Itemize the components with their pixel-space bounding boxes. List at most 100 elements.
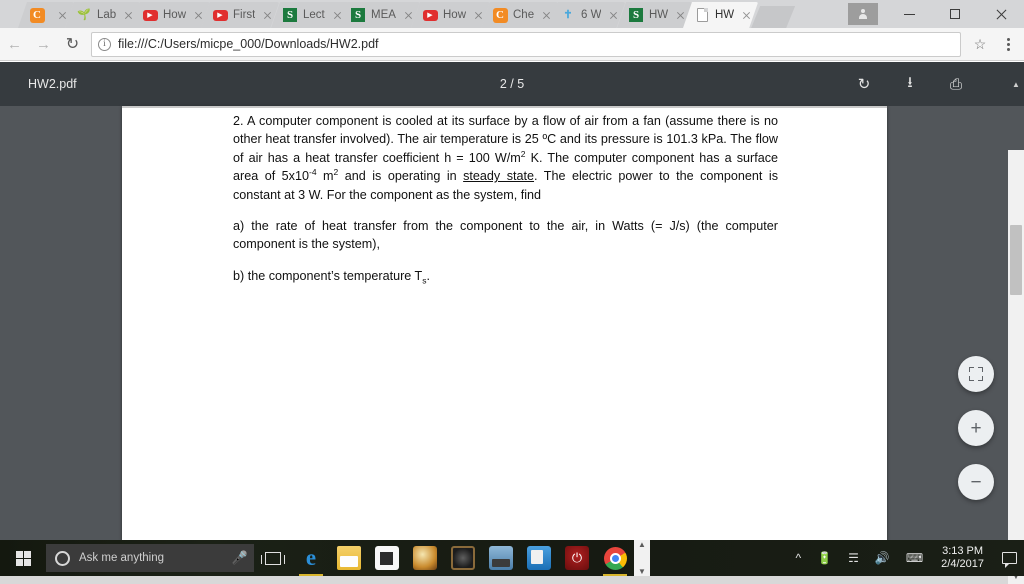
close-button[interactable] <box>978 0 1024 28</box>
action-center-button[interactable] <box>994 540 1024 576</box>
windows-taskbar: Ask me anything 🎤 e ▲ ▼ ^ 🔋 ☴ 🔊 ⌨ <box>0 540 1024 576</box>
pdf-toolbar: HW2.pdf 2 / 5 ↻ ⭳ ⎙ <box>0 62 1024 106</box>
start-button[interactable] <box>0 540 46 576</box>
browser-tab[interactable]: C <box>18 2 74 28</box>
search-input[interactable]: Ask me anything 🎤 <box>46 544 254 572</box>
sparknotes-icon: S <box>282 7 298 23</box>
taskbar-scroll-arrows[interactable]: ▲ ▼ <box>634 540 650 576</box>
browser-tab[interactable]: C Che <box>481 2 558 28</box>
search-placeholder: Ask me anything <box>79 552 165 564</box>
scroll-down-arrow[interactable]: ▼ <box>638 567 646 576</box>
tab-close-icon[interactable] <box>607 8 622 23</box>
browser-tab[interactable]: ✝ 6 W <box>549 2 625 28</box>
tab-title: HW <box>714 9 735 21</box>
keyboard-icon[interactable]: ⌨ <box>898 540 931 576</box>
clock[interactable]: 3:13 PM 2/4/2017 <box>931 545 994 571</box>
fit-to-page-button[interactable] <box>958 356 994 392</box>
scrollbar-thumb[interactable] <box>1010 225 1022 295</box>
scrollbar-up-arrow[interactable]: ▲ <box>1008 62 1024 106</box>
problem-statement-paragraph: 2. A computer component is cooled at its… <box>233 112 778 204</box>
browser-toolbar: ← → ↻ i file:///C:/Users/micpe_000/Downl… <box>0 28 1024 61</box>
browser-tab[interactable]: S Lect <box>271 2 349 28</box>
zoom-in-button[interactable]: + <box>958 410 994 446</box>
volume-icon[interactable]: 🔊 <box>867 540 898 576</box>
youtube-icon: ▶ <box>422 7 438 23</box>
chrome-browser-window: C 🌱 Lab ▶ How ▶ First S Lect S MEA ▶ How… <box>0 0 1024 584</box>
youtube-icon: ▶ <box>142 7 158 23</box>
microphone-icon[interactable]: 🎤 <box>232 550 248 566</box>
taskbar-item-file-explorer[interactable] <box>330 540 368 576</box>
cortana-icon <box>55 550 70 566</box>
address-bar[interactable]: i file:///C:/Users/micpe_000/Downloads/H… <box>91 31 961 57</box>
zoom-out-button[interactable]: − <box>958 464 994 500</box>
bookmark-star-icon[interactable]: ☆ <box>965 30 995 59</box>
address-bar-url: file:///C:/Users/micpe_000/Downloads/HW2… <box>118 37 379 51</box>
tab-strip: C 🌱 Lab ▶ How ▶ First S Lect S MEA ▶ How… <box>0 0 1024 28</box>
tab-close-icon[interactable] <box>739 8 754 23</box>
browser-tab[interactable]: ▶ First <box>201 2 279 28</box>
pdf-scrollbar[interactable]: ▼ <box>1008 150 1024 584</box>
clock-date: 2/4/2017 <box>941 558 984 570</box>
photo-icon <box>413 546 437 570</box>
task-view-icon <box>261 551 285 565</box>
pdf-viewer: HW2.pdf 2 / 5 ↻ ⭳ ⎙ ▲ 2. A computer comp… <box>0 62 1024 584</box>
folder-icon <box>337 546 361 570</box>
action-center-icon <box>1001 552 1017 568</box>
battery-icon[interactable]: 🔋 <box>809 540 840 576</box>
window-controls <box>848 0 1024 28</box>
browser-tab[interactable]: ▶ How <box>411 2 490 28</box>
minimize-button[interactable] <box>886 0 932 28</box>
part-b-paragraph: b) the component’s temperature Ts. <box>233 267 778 285</box>
chrome-menu-button[interactable] <box>995 30 1021 59</box>
wifi-icon[interactable]: ☴ <box>840 540 867 576</box>
browser-tab-active[interactable]: HW <box>683 2 758 28</box>
chrome-icon <box>603 546 627 570</box>
windows-logo-icon <box>15 550 31 566</box>
part-a-paragraph: a) the rate of heat transfer from the co… <box>233 219 778 252</box>
back-button[interactable]: ← <box>0 30 29 59</box>
taskbar-item-power-app[interactable] <box>558 540 596 576</box>
tab-title: HW <box>648 9 668 21</box>
taskbar-item-microsoft-store[interactable] <box>368 540 406 576</box>
tab-close-icon[interactable] <box>261 8 276 23</box>
tab-title: Lab <box>97 9 117 21</box>
fit-to-page-icon <box>969 367 983 381</box>
info-icon[interactable]: i <box>98 37 111 51</box>
profile-button[interactable] <box>848 3 878 25</box>
document-icon <box>694 7 710 23</box>
maximize-button[interactable] <box>932 0 978 28</box>
browser-tab[interactable]: S MEA <box>339 2 420 28</box>
power-icon <box>565 546 589 570</box>
taskbar-item-microsoft-edge[interactable]: e <box>292 540 330 576</box>
taskbar-item-box-sync[interactable] <box>482 540 520 576</box>
taskbar-item-google-chrome[interactable] <box>596 540 634 576</box>
browser-tab[interactable]: ▶ How <box>131 2 210 28</box>
reload-button[interactable]: ↻ <box>58 30 87 59</box>
show-hidden-icons-button[interactable]: ^ <box>788 540 810 576</box>
forward-button[interactable]: → <box>29 30 58 59</box>
tab-title: First <box>233 9 256 21</box>
cross-icon: ✝ <box>563 8 573 21</box>
tab-title: Lect <box>302 9 325 21</box>
browser-tab[interactable]: S HW <box>617 2 692 28</box>
exponent-neg-4: -4 <box>309 167 317 178</box>
clock-time: 3:13 PM <box>942 545 984 557</box>
part-b-text: b) the component’s temperature T <box>233 268 423 283</box>
tab-title: How <box>443 9 467 21</box>
sparknotes-icon: S <box>628 7 644 23</box>
speaker-icon <box>451 546 475 570</box>
task-view-button[interactable] <box>254 540 292 576</box>
chegg-icon: C <box>492 7 508 23</box>
pdf-page-text: 2. A computer component is cooled at its… <box>233 112 778 285</box>
edge-icon: e <box>305 545 317 570</box>
tab-title: How <box>163 9 187 21</box>
scroll-up-arrow[interactable]: ▲ <box>638 540 646 549</box>
taskbar-item-audio-app[interactable] <box>444 540 482 576</box>
lab-icon: 🌱 <box>77 8 91 21</box>
browser-tab[interactable]: 🌱 Lab <box>65 2 140 28</box>
pdf-scroll-area[interactable]: 2. A computer component is cooled at its… <box>0 106 1024 584</box>
new-tab-button[interactable] <box>751 6 795 28</box>
taskbar-item-blue-document-app[interactable] <box>520 540 558 576</box>
chegg-icon: C <box>29 7 45 23</box>
taskbar-item-photo-viewer[interactable] <box>406 540 444 576</box>
